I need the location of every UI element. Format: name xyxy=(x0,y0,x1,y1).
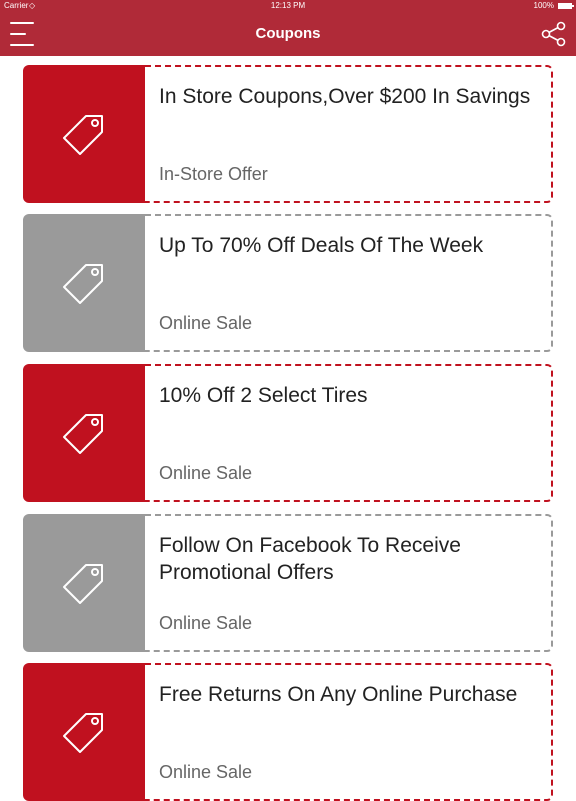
coupon-type: Online Sale xyxy=(159,463,253,483)
coupon-type: Online Sale xyxy=(159,762,253,782)
page-title: Coupons xyxy=(255,25,321,42)
coupon-tag-panel xyxy=(23,663,145,801)
share-button[interactable] xyxy=(540,20,568,48)
coupon-card[interactable]: In Store Coupons,Over $200 In Savings In… xyxy=(23,65,553,203)
coupon-content: Up To 70% Off Deals Of The Week Online S… xyxy=(145,214,553,352)
coupon-title: Up To 70% Off Deals Of The Week xyxy=(159,234,484,257)
coupon-type: Online Sale xyxy=(159,313,253,333)
price-tag-icon xyxy=(63,414,103,454)
coupon-card[interactable]: Free Returns On Any Online Purchase Onli… xyxy=(23,663,553,801)
battery-percentage: 100% xyxy=(533,1,554,10)
status-time: 12:13 PM xyxy=(270,1,306,10)
navigation-bar: Coupons xyxy=(0,12,576,56)
coupon-tag-panel xyxy=(23,214,145,352)
coupon-card[interactable]: Up To 70% Off Deals Of The Week Online S… xyxy=(23,214,553,352)
price-tag-icon xyxy=(63,713,103,753)
coupon-content: Free Returns On Any Online Purchase Onli… xyxy=(145,663,553,801)
coupon-tag-panel xyxy=(23,364,145,502)
coupon-tag-panel xyxy=(23,65,145,203)
coupon-card[interactable]: 10% Off 2 Select Tires Online Sale xyxy=(23,364,553,502)
share-icon xyxy=(541,21,566,47)
coupon-title: 10% Off 2 Select Tires xyxy=(159,384,368,407)
status-bar: Carrier ◇ 12:13 PM 100% xyxy=(0,0,576,12)
price-tag-icon xyxy=(63,564,103,604)
coupon-content: 10% Off 2 Select Tires Online Sale xyxy=(145,364,553,502)
coupon-content: In Store Coupons,Over $200 In Savings In… xyxy=(145,65,553,203)
coupon-content: Follow On Facebook To Receive Promotiona… xyxy=(145,514,553,652)
price-tag-icon xyxy=(63,264,103,304)
coupon-card[interactable]: Follow On Facebook To Receive Promotiona… xyxy=(23,514,553,652)
battery-icon xyxy=(558,3,574,9)
coupon-type: In-Store Offer xyxy=(159,164,268,184)
coupon-tag-panel xyxy=(23,514,145,652)
coupon-title: In Store Coupons,Over $200 In Savings xyxy=(159,85,531,108)
price-tag-icon xyxy=(63,115,103,155)
coupon-title: Follow On Facebook To Receive Promotiona… xyxy=(159,534,461,584)
coupon-type: Online Sale xyxy=(159,613,253,633)
coupon-title: Free Returns On Any Online Purchase xyxy=(159,683,518,706)
